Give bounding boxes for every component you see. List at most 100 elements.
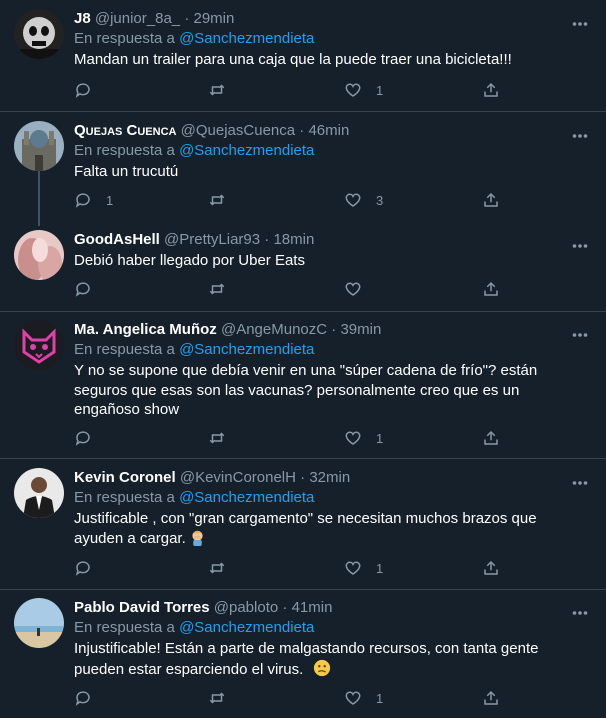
user-handle[interactable]: @QuejasCuenca <box>181 122 295 139</box>
retweet-button[interactable] <box>207 688 227 708</box>
tweet-text: Debió haber llegado por Uber Eats <box>74 252 305 269</box>
timestamp[interactable]: 18min <box>273 231 314 248</box>
like-count: 1 <box>376 560 384 576</box>
tweet[interactable]: Ma. Angelica Muñoz @AngeMunozC · 39min E… <box>0 312 606 459</box>
reply-button[interactable] <box>74 688 106 708</box>
heart-icon <box>345 691 361 705</box>
mention-link[interactable]: @Sanchezmendieta <box>179 619 314 636</box>
more-options-icon[interactable] <box>572 473 588 491</box>
share-button[interactable] <box>482 428 500 448</box>
share-icon <box>484 192 498 207</box>
pink-photo-avatar-icon <box>14 230 64 280</box>
like-button[interactable]: 1 <box>344 80 383 100</box>
more-options-icon[interactable] <box>572 126 588 144</box>
user-handle[interactable]: @AngeMunozC <box>221 321 327 338</box>
share-button[interactable] <box>482 688 500 708</box>
share-button[interactable] <box>482 80 500 100</box>
display-name[interactable]: Pablo David Torres <box>74 599 210 616</box>
reply-button[interactable]: 1 <box>74 190 113 210</box>
heart-icon <box>345 83 361 97</box>
avatar[interactable] <box>14 230 64 280</box>
retweet-button[interactable] <box>207 190 227 210</box>
avatar[interactable] <box>14 320 64 370</box>
tweet-actions: 1 3 <box>74 190 504 210</box>
man-suit-avatar-icon <box>14 468 64 518</box>
display-name[interactable]: Quejas Cuenca <box>74 122 176 139</box>
reply-icon <box>75 193 90 208</box>
timestamp[interactable]: 32min <box>309 469 350 486</box>
tweet[interactable]: GoodAsHell @PrettyLiar93 · 18min Debió h… <box>0 223 606 312</box>
retweet-icon <box>209 84 225 96</box>
reply-context: En respuesta a @Sanchezmendieta <box>74 488 566 508</box>
reply-icon <box>75 431 90 446</box>
tweet[interactable]: Quejas Cuenca @QuejasCuenca · 46min En r… <box>0 112 606 223</box>
dark-skull-avatar-icon <box>14 9 64 59</box>
timestamp[interactable]: 29min <box>194 10 235 27</box>
like-button[interactable]: 1 <box>344 688 383 708</box>
tweet-actions: 1 <box>74 688 504 708</box>
timestamp[interactable]: 41min <box>292 599 333 616</box>
confused-face-emoji-icon <box>313 659 331 683</box>
retweet-button[interactable] <box>207 558 227 578</box>
beach-avatar-icon <box>14 598 64 648</box>
like-button[interactable]: 1 <box>344 558 383 578</box>
tweet-actions: 1 <box>74 80 504 100</box>
avatar[interactable] <box>14 121 64 171</box>
reply-button[interactable] <box>74 558 106 578</box>
retweet-button[interactable] <box>207 279 227 299</box>
like-button[interactable] <box>344 279 376 299</box>
reply-button[interactable] <box>74 80 106 100</box>
display-name[interactable]: GoodAsHell <box>74 231 160 248</box>
cathedral-avatar-icon <box>14 121 64 171</box>
like-count: 3 <box>376 192 384 208</box>
user-handle[interactable]: @KevinCoronelH <box>180 469 296 486</box>
more-options-icon[interactable] <box>572 603 588 621</box>
tweet[interactable]: Kevin Coronel @KevinCoronelH · 32min En … <box>0 459 606 590</box>
tweet[interactable]: J8 @junior_8a_ · 29min En respuesta a @S… <box>0 0 606 112</box>
reply-icon <box>75 83 90 98</box>
mention-link[interactable]: @Sanchezmendieta <box>179 142 314 159</box>
avatar[interactable] <box>14 598 64 648</box>
display-name[interactable]: Ma. Angelica Muñoz <box>74 321 217 338</box>
tweet-header: Kevin Coronel @KevinCoronelH · 32min <box>74 468 566 488</box>
timestamp[interactable]: 46min <box>308 122 349 139</box>
share-button[interactable] <box>482 558 500 578</box>
share-button[interactable] <box>482 190 500 210</box>
reply-button[interactable] <box>74 428 106 448</box>
tweet-header: Quejas Cuenca @QuejasCuenca · 46min <box>74 121 566 141</box>
tweet-text: Justificable , con "gran cargamento" se … <box>74 510 537 547</box>
more-options-icon[interactable] <box>572 325 588 343</box>
retweet-icon <box>209 692 225 704</box>
like-button[interactable]: 1 <box>344 428 383 448</box>
heart-icon <box>345 193 361 207</box>
avatar[interactable] <box>14 468 64 518</box>
separator-dot: · <box>282 599 288 616</box>
reply-prefix: En respuesta a <box>74 489 175 506</box>
mention-link[interactable]: @Sanchezmendieta <box>179 30 314 47</box>
like-button[interactable]: 3 <box>344 190 383 210</box>
user-handle[interactable]: @junior_8a_ <box>95 10 180 27</box>
user-handle[interactable]: @PrettyLiar93 <box>164 231 260 248</box>
more-options-icon[interactable] <box>572 14 588 32</box>
display-name[interactable]: J8 <box>74 10 91 27</box>
mention-link[interactable]: @Sanchezmendieta <box>179 341 314 358</box>
more-options-icon[interactable] <box>572 236 588 254</box>
tweet-header: J8 @junior_8a_ · 29min <box>74 9 566 29</box>
reply-context: En respuesta a @Sanchezmendieta <box>74 141 566 161</box>
retweet-button[interactable] <box>207 80 227 100</box>
avatar[interactable] <box>14 9 64 59</box>
timestamp[interactable]: 39min <box>340 321 381 338</box>
mention-link[interactable]: @Sanchezmendieta <box>179 489 314 506</box>
retweet-button[interactable] <box>207 428 227 448</box>
share-icon <box>484 430 498 445</box>
reply-icon <box>75 282 90 297</box>
user-handle[interactable]: @pabloto <box>214 599 278 616</box>
reply-prefix: En respuesta a <box>74 142 175 159</box>
tweet-actions: 1 <box>74 558 504 578</box>
reply-button[interactable] <box>74 279 106 299</box>
share-button[interactable] <box>482 279 500 299</box>
tweet-text-container: Justificable , con "gran cargamento" se … <box>74 509 566 551</box>
pink-cat-avatar-icon <box>14 320 64 370</box>
display-name[interactable]: Kevin Coronel <box>74 469 176 486</box>
tweet[interactable]: Pablo David Torres @pabloto · 41min En r… <box>0 590 606 718</box>
